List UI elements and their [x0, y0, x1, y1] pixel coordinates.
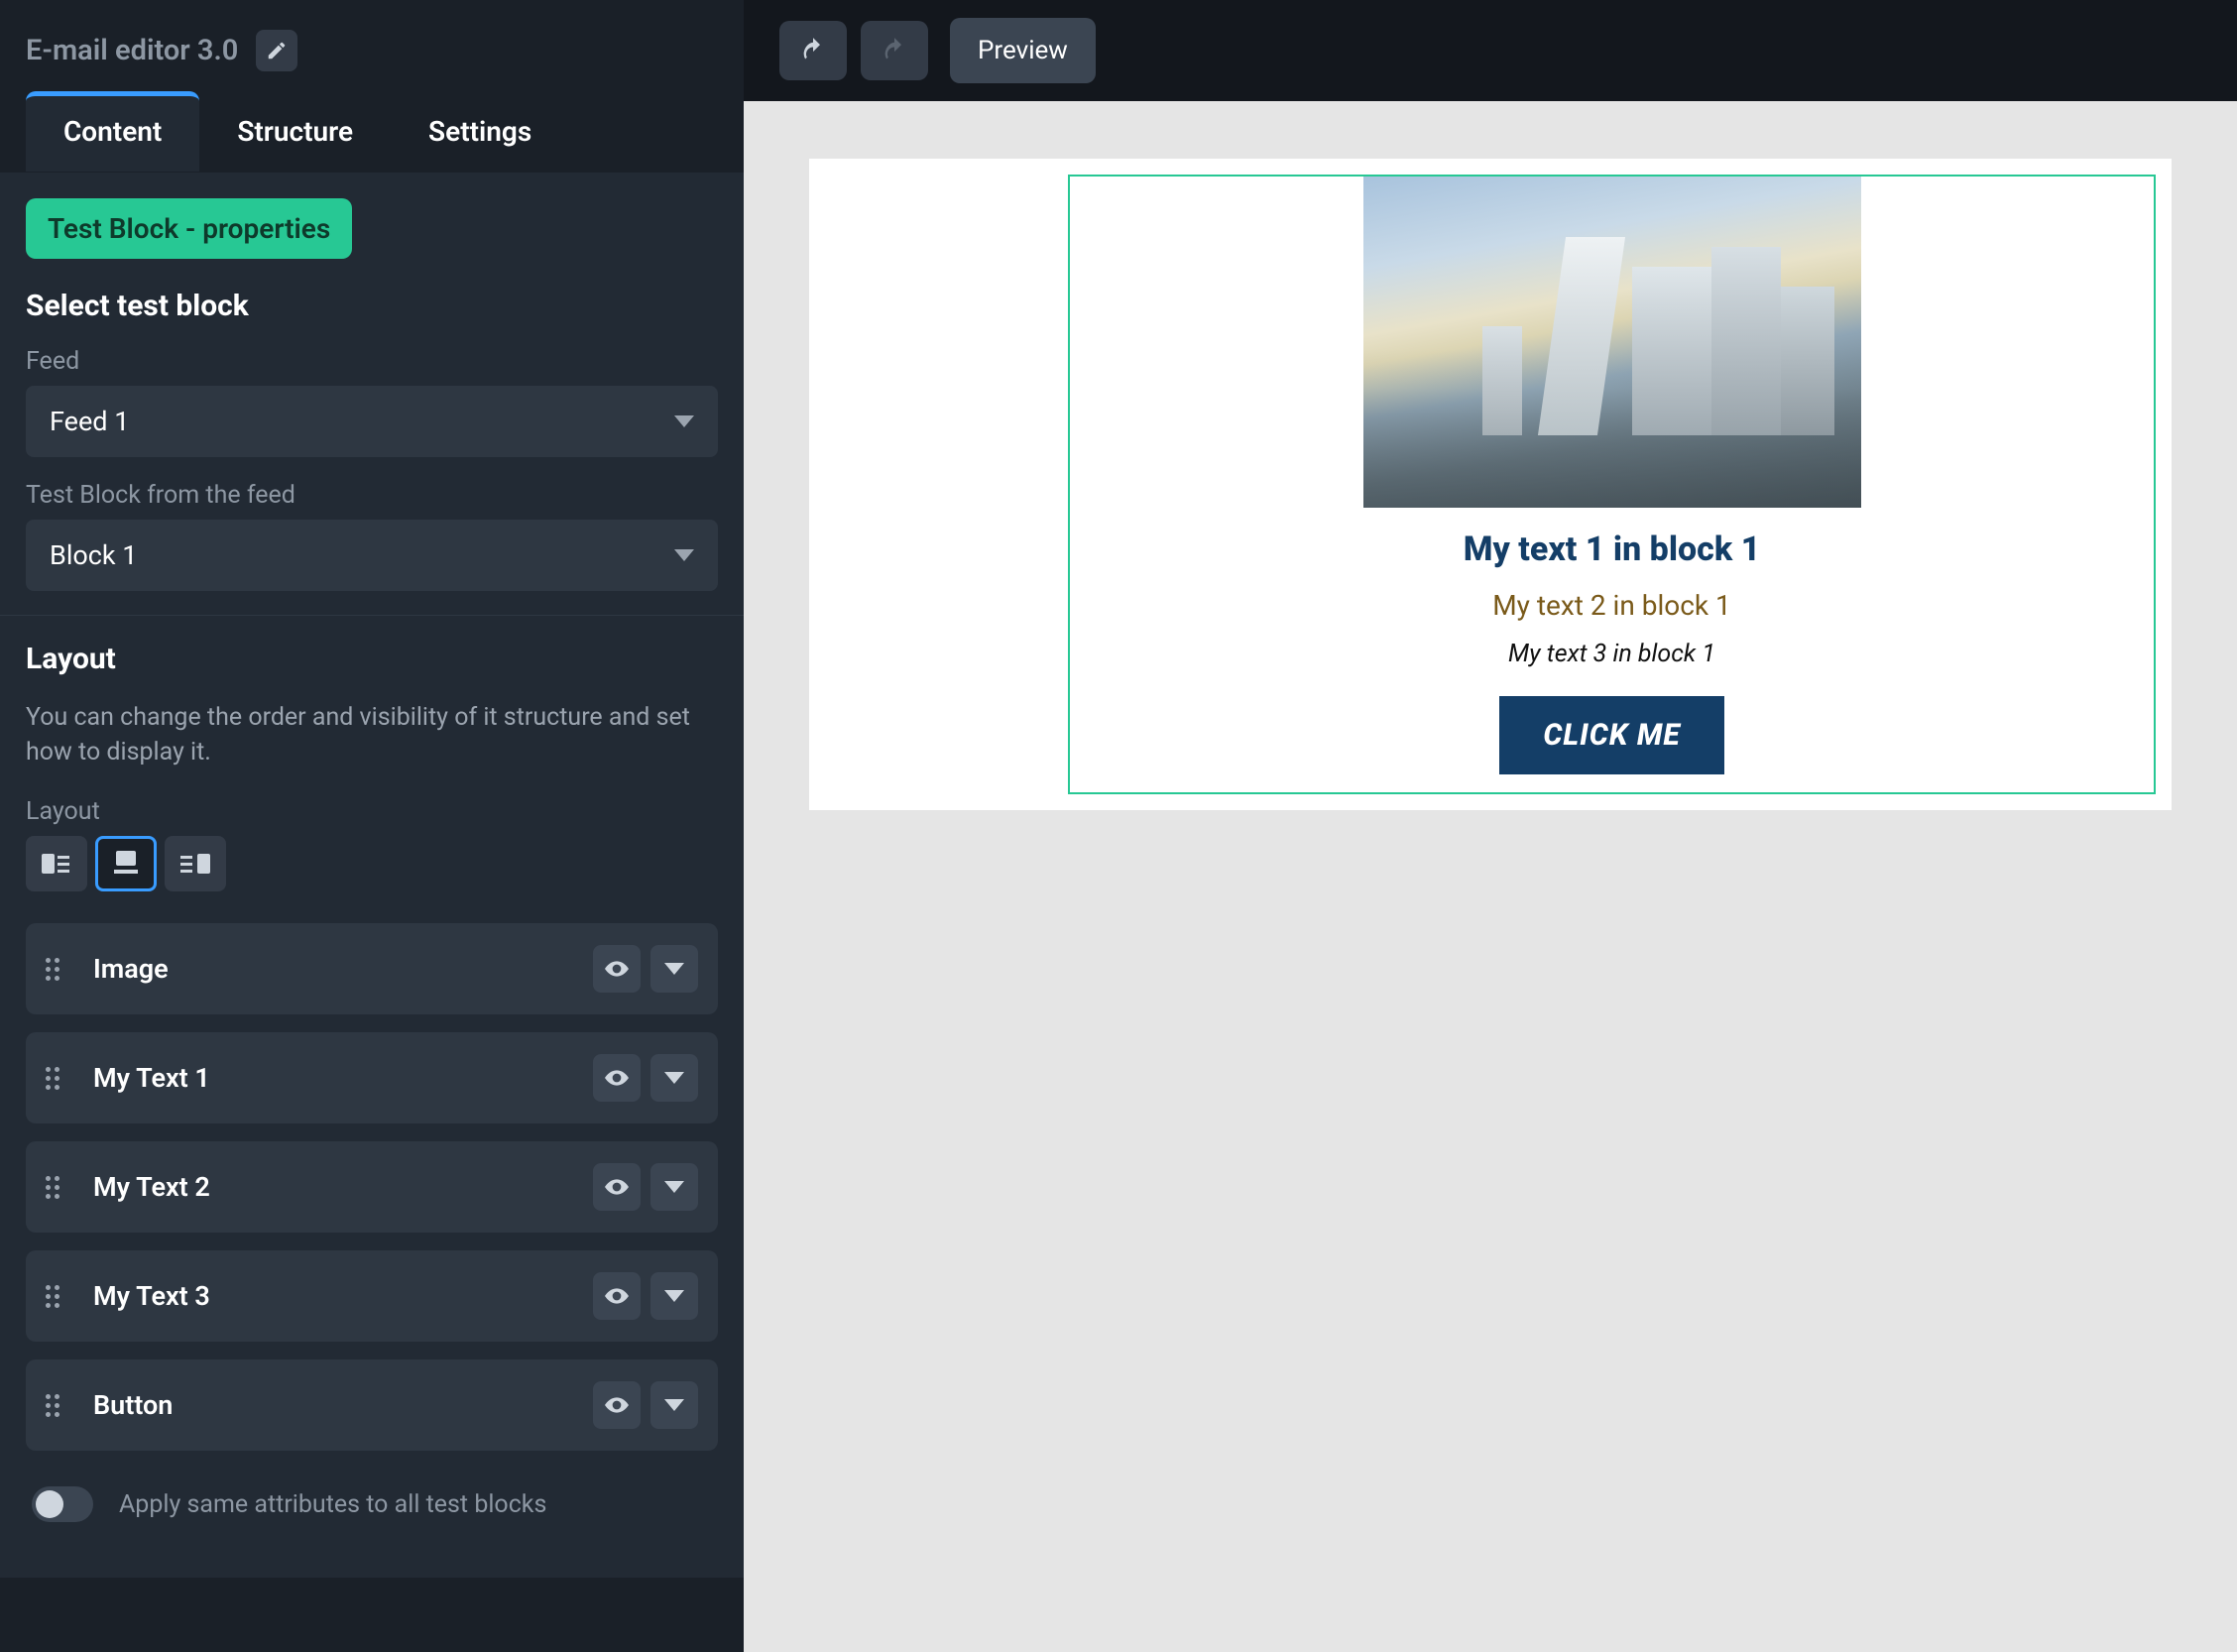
eye-icon [604, 1065, 630, 1091]
main: Preview My text 1 in block 1 My text 2 i… [744, 0, 2237, 1652]
layout-opt-right[interactable] [165, 836, 226, 891]
eye-icon [604, 1174, 630, 1200]
visibility-button[interactable] [593, 945, 641, 993]
eye-icon [604, 1283, 630, 1309]
expand-button[interactable] [650, 1163, 698, 1211]
layer-text-3[interactable]: My Text 3 [26, 1250, 718, 1342]
layer-label: Image [93, 953, 593, 985]
tab-structure[interactable]: Structure [199, 91, 391, 172]
test-block[interactable]: My text 1 in block 1 My text 2 in block … [1068, 175, 2156, 794]
chevron-down-icon [674, 549, 694, 561]
chevron-down-icon [664, 1399, 684, 1411]
drag-handle-icon[interactable] [46, 1284, 69, 1308]
apply-all-toggle[interactable] [32, 1486, 93, 1522]
layer-actions [593, 1163, 698, 1211]
drag-handle-icon[interactable] [46, 1066, 69, 1090]
topbar: Preview [744, 0, 2237, 101]
apply-all-row: Apply same attributes to all test blocks [26, 1469, 718, 1552]
chevron-down-icon [664, 963, 684, 975]
content-panel: Test Block - properties Select test bloc… [0, 173, 744, 1578]
chevron-down-icon [664, 1072, 684, 1084]
layout-left-icon [42, 852, 71, 876]
eye-icon [604, 1392, 630, 1418]
app-title: E-mail editor 3.0 [26, 34, 238, 67]
visibility-button[interactable] [593, 1381, 641, 1429]
chevron-down-icon [664, 1181, 684, 1193]
redo-button[interactable] [861, 21, 928, 80]
select-block-title: Select test block [26, 289, 718, 323]
layout-options [26, 836, 718, 891]
tabs: Content Structure Settings [0, 91, 744, 173]
expand-button[interactable] [650, 1272, 698, 1320]
expand-button[interactable] [650, 1054, 698, 1102]
expand-button[interactable] [650, 945, 698, 993]
feed-value: Feed 1 [50, 406, 129, 437]
canvas-wrap: My text 1 in block 1 My text 2 in block … [744, 101, 2237, 1652]
layer-image[interactable]: Image [26, 923, 718, 1014]
block-text-1[interactable]: My text 1 in block 1 [1070, 530, 2154, 569]
apply-all-label: Apply same attributes to all test blocks [119, 1490, 546, 1519]
sidebar-header: E-mail editor 3.0 [0, 0, 744, 91]
visibility-button[interactable] [593, 1163, 641, 1211]
layer-text-2[interactable]: My Text 2 [26, 1141, 718, 1233]
properties-badge: Test Block - properties [26, 198, 352, 259]
feed-select[interactable]: Feed 1 [26, 386, 718, 457]
drag-handle-icon[interactable] [46, 1175, 69, 1199]
block-from-feed-label: Test Block from the feed [26, 481, 718, 510]
block-text-3[interactable]: My text 3 in block 1 [1070, 640, 2154, 668]
layer-label: My Text 1 [93, 1062, 593, 1094]
layout-title: Layout [26, 642, 718, 676]
block-cta-button[interactable]: CLICK ME [1499, 696, 1723, 774]
sidebar: E-mail editor 3.0 Content Structure Sett… [0, 0, 744, 1652]
tab-settings[interactable]: Settings [391, 91, 569, 172]
layer-actions [593, 1272, 698, 1320]
layer-actions [593, 1381, 698, 1429]
layout-opt-top[interactable] [95, 836, 157, 891]
visibility-button[interactable] [593, 1054, 641, 1102]
chevron-down-icon [664, 1290, 684, 1302]
layer-label: My Text 2 [93, 1171, 593, 1203]
layer-button[interactable]: Button [26, 1359, 718, 1451]
chevron-down-icon [674, 415, 694, 427]
tab-content[interactable]: Content [26, 91, 199, 172]
block-select[interactable]: Block 1 [26, 520, 718, 591]
block-value: Block 1 [50, 539, 137, 571]
layer-label: My Text 3 [93, 1280, 593, 1312]
redo-icon [881, 37, 908, 64]
expand-button[interactable] [650, 1381, 698, 1429]
layout-desc: You can change the order and visibility … [26, 700, 718, 769]
pencil-icon [266, 40, 288, 61]
undo-button[interactable] [779, 21, 847, 80]
block-image[interactable] [1363, 177, 1861, 508]
layer-actions [593, 1054, 698, 1102]
edit-title-button[interactable] [256, 30, 297, 71]
divider [0, 615, 744, 616]
feed-label: Feed [26, 347, 718, 376]
layout-label: Layout [26, 797, 718, 826]
layout-right-icon [180, 852, 210, 876]
undo-icon [799, 37, 827, 64]
layer-text-1[interactable]: My Text 1 [26, 1032, 718, 1123]
eye-icon [604, 956, 630, 982]
drag-handle-icon[interactable] [46, 957, 69, 981]
layout-top-icon [112, 851, 140, 877]
email-canvas[interactable]: My text 1 in block 1 My text 2 in block … [809, 159, 2172, 810]
layer-label: Button [93, 1389, 593, 1421]
layout-opt-left[interactable] [26, 836, 87, 891]
visibility-button[interactable] [593, 1272, 641, 1320]
block-text-2[interactable]: My text 2 in block 1 [1070, 589, 2154, 622]
drag-handle-icon[interactable] [46, 1393, 69, 1417]
layer-actions [593, 945, 698, 993]
preview-button[interactable]: Preview [950, 18, 1096, 83]
